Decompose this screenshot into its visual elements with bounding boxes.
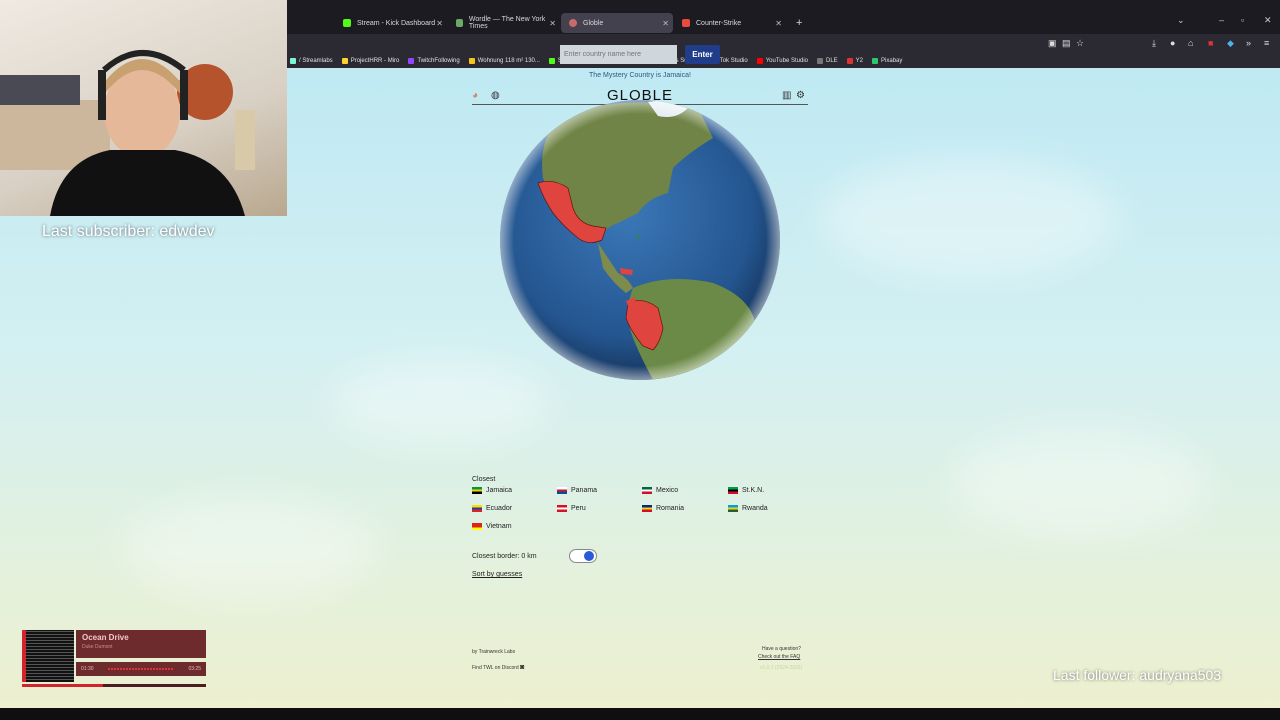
total-time: 03:25: [188, 666, 201, 672]
counter-strike-icon: [682, 19, 690, 27]
flag-icon: [642, 487, 652, 494]
minimize-icon[interactable]: –: [1219, 15, 1224, 25]
tab-wordle[interactable]: Wordle — The New York Times ✕: [448, 13, 560, 33]
tab-list-icon[interactable]: ⌄: [1177, 15, 1185, 26]
star-icon[interactable]: ☆: [1076, 38, 1084, 49]
song-artist: Duke Dumont: [82, 644, 113, 650]
webcam-feed: [0, 0, 287, 216]
guess-item[interactable]: Rwanda: [728, 505, 768, 512]
guess-item[interactable]: Vietnam: [472, 523, 512, 530]
flag-icon: [728, 505, 738, 512]
song-title: Ocean Drive: [82, 633, 129, 642]
last-follower-text: Last follower: audryana503: [1053, 667, 1222, 683]
extension-icon[interactable]: ■: [1208, 38, 1213, 48]
globe-icon: [569, 19, 577, 27]
country-search-input[interactable]: [560, 45, 677, 64]
bookmark-icon: [817, 58, 823, 64]
closest-border-text: Closest border: 0 km: [472, 553, 537, 560]
overflow-icon[interactable]: »: [1246, 38, 1251, 48]
globe[interactable]: [498, 98, 782, 382]
last-subscriber-text: Last subscriber: edwdev: [42, 223, 215, 240]
flag-icon: [472, 487, 482, 494]
bookmark-item[interactable]: Pixabay: [872, 58, 902, 64]
bookmark-icon: [468, 58, 475, 64]
discord-icon[interactable]: ◙: [520, 664, 524, 671]
reader-icon[interactable]: ▣: [1048, 38, 1057, 49]
guess-item[interactable]: Romania: [642, 505, 684, 512]
tab-globle[interactable]: Globle ✕: [561, 13, 673, 33]
album-art: [22, 630, 74, 682]
close-tab-icon[interactable]: ✕: [436, 19, 443, 28]
waveform: [108, 668, 174, 670]
closest-border-toggle[interactable]: [569, 549, 597, 563]
bookmark-icon: [846, 58, 853, 64]
bookmark-item[interactable]: TwitchFollowing: [408, 58, 460, 64]
new-tab-button[interactable]: +: [788, 13, 810, 33]
song-progress-bar: [22, 684, 206, 687]
close-tab-icon[interactable]: ✕: [775, 19, 782, 28]
closest-label: Closest: [472, 476, 496, 483]
statistics-icon[interactable]: ▥: [782, 90, 791, 101]
bookmark-item[interactable]: DLE: [817, 58, 838, 64]
now-playing-widget: Ocean Drive Duke Dumont 01:30 03:25: [22, 630, 206, 688]
footer-question: Have a question?: [762, 646, 801, 652]
flag-icon: [642, 505, 652, 512]
bookmark-icon: [756, 58, 763, 64]
elapsed-time: 01:30: [81, 666, 94, 672]
flag-icon: [557, 505, 567, 512]
bookmark-icon: [341, 58, 348, 64]
close-window-icon[interactable]: ✕: [1264, 15, 1272, 26]
wordle-icon: [456, 19, 463, 27]
bookmark-icon: [872, 58, 879, 64]
guess-item[interactable]: St.K.N.: [728, 487, 764, 494]
flag-icon: [472, 505, 482, 512]
menu-icon[interactable]: ≡: [1264, 38, 1269, 48]
bookmark-item[interactable]: YouTube Studio: [756, 58, 808, 64]
flag-icon: [728, 487, 738, 494]
bookmark-icon: [290, 58, 296, 64]
guess-item[interactable]: Peru: [557, 505, 586, 512]
tab-kick-dashboard[interactable]: Stream - Kick Dashboard ✕: [335, 13, 447, 33]
translate-icon[interactable]: ▤: [1062, 38, 1071, 49]
flag-icon: [472, 523, 482, 530]
bookmark-item[interactable]: Y2: [846, 58, 863, 64]
toggle-knob: [584, 551, 594, 561]
guess-item[interactable]: Mexico: [642, 487, 678, 494]
tab-counter-strike[interactable]: Counter-Strike ✕: [674, 13, 786, 33]
bookmark-icon: [548, 58, 555, 64]
faq-link[interactable]: Check out the FAQ: [758, 654, 800, 660]
maximize-icon[interactable]: ▫: [1241, 15, 1244, 25]
bookmark-item[interactable]: Wohnung 118 m² 130...: [468, 58, 540, 64]
extensions-icon[interactable]: ⌂: [1188, 38, 1193, 48]
bookmark-icon: [408, 58, 415, 64]
download-icon[interactable]: ⤓: [1152, 38, 1156, 49]
enter-button[interactable]: Enter: [685, 45, 720, 64]
guess-item[interactable]: Jamaica: [472, 487, 512, 494]
footer-discord-link[interactable]: Find TWL on Discord ◙: [472, 664, 524, 671]
sort-by-guesses-link[interactable]: Sort by guesses: [472, 571, 522, 578]
flag-icon: [557, 487, 567, 494]
footer-credit[interactable]: by Trainwreck Labs: [472, 649, 515, 655]
version-text: v1.0.7 (2024-2026): [760, 665, 803, 671]
bookmark-item[interactable]: / Streamlabs: [290, 58, 333, 64]
close-tab-icon[interactable]: ✕: [549, 19, 556, 28]
close-tab-icon[interactable]: ✕: [662, 19, 669, 28]
bookmark-item[interactable]: ProjectHRR - Miro: [341, 58, 399, 64]
guess-item[interactable]: Ecuador: [472, 505, 512, 512]
extension-icon[interactable]: ◆: [1227, 38, 1234, 49]
kick-icon: [343, 19, 351, 27]
guess-item[interactable]: Panama: [557, 487, 597, 494]
account-icon[interactable]: ●: [1170, 38, 1175, 48]
mystery-country-message: The Mystery Country is Jamaica!: [589, 72, 691, 79]
gear-icon[interactable]: ⚙: [796, 90, 805, 101]
